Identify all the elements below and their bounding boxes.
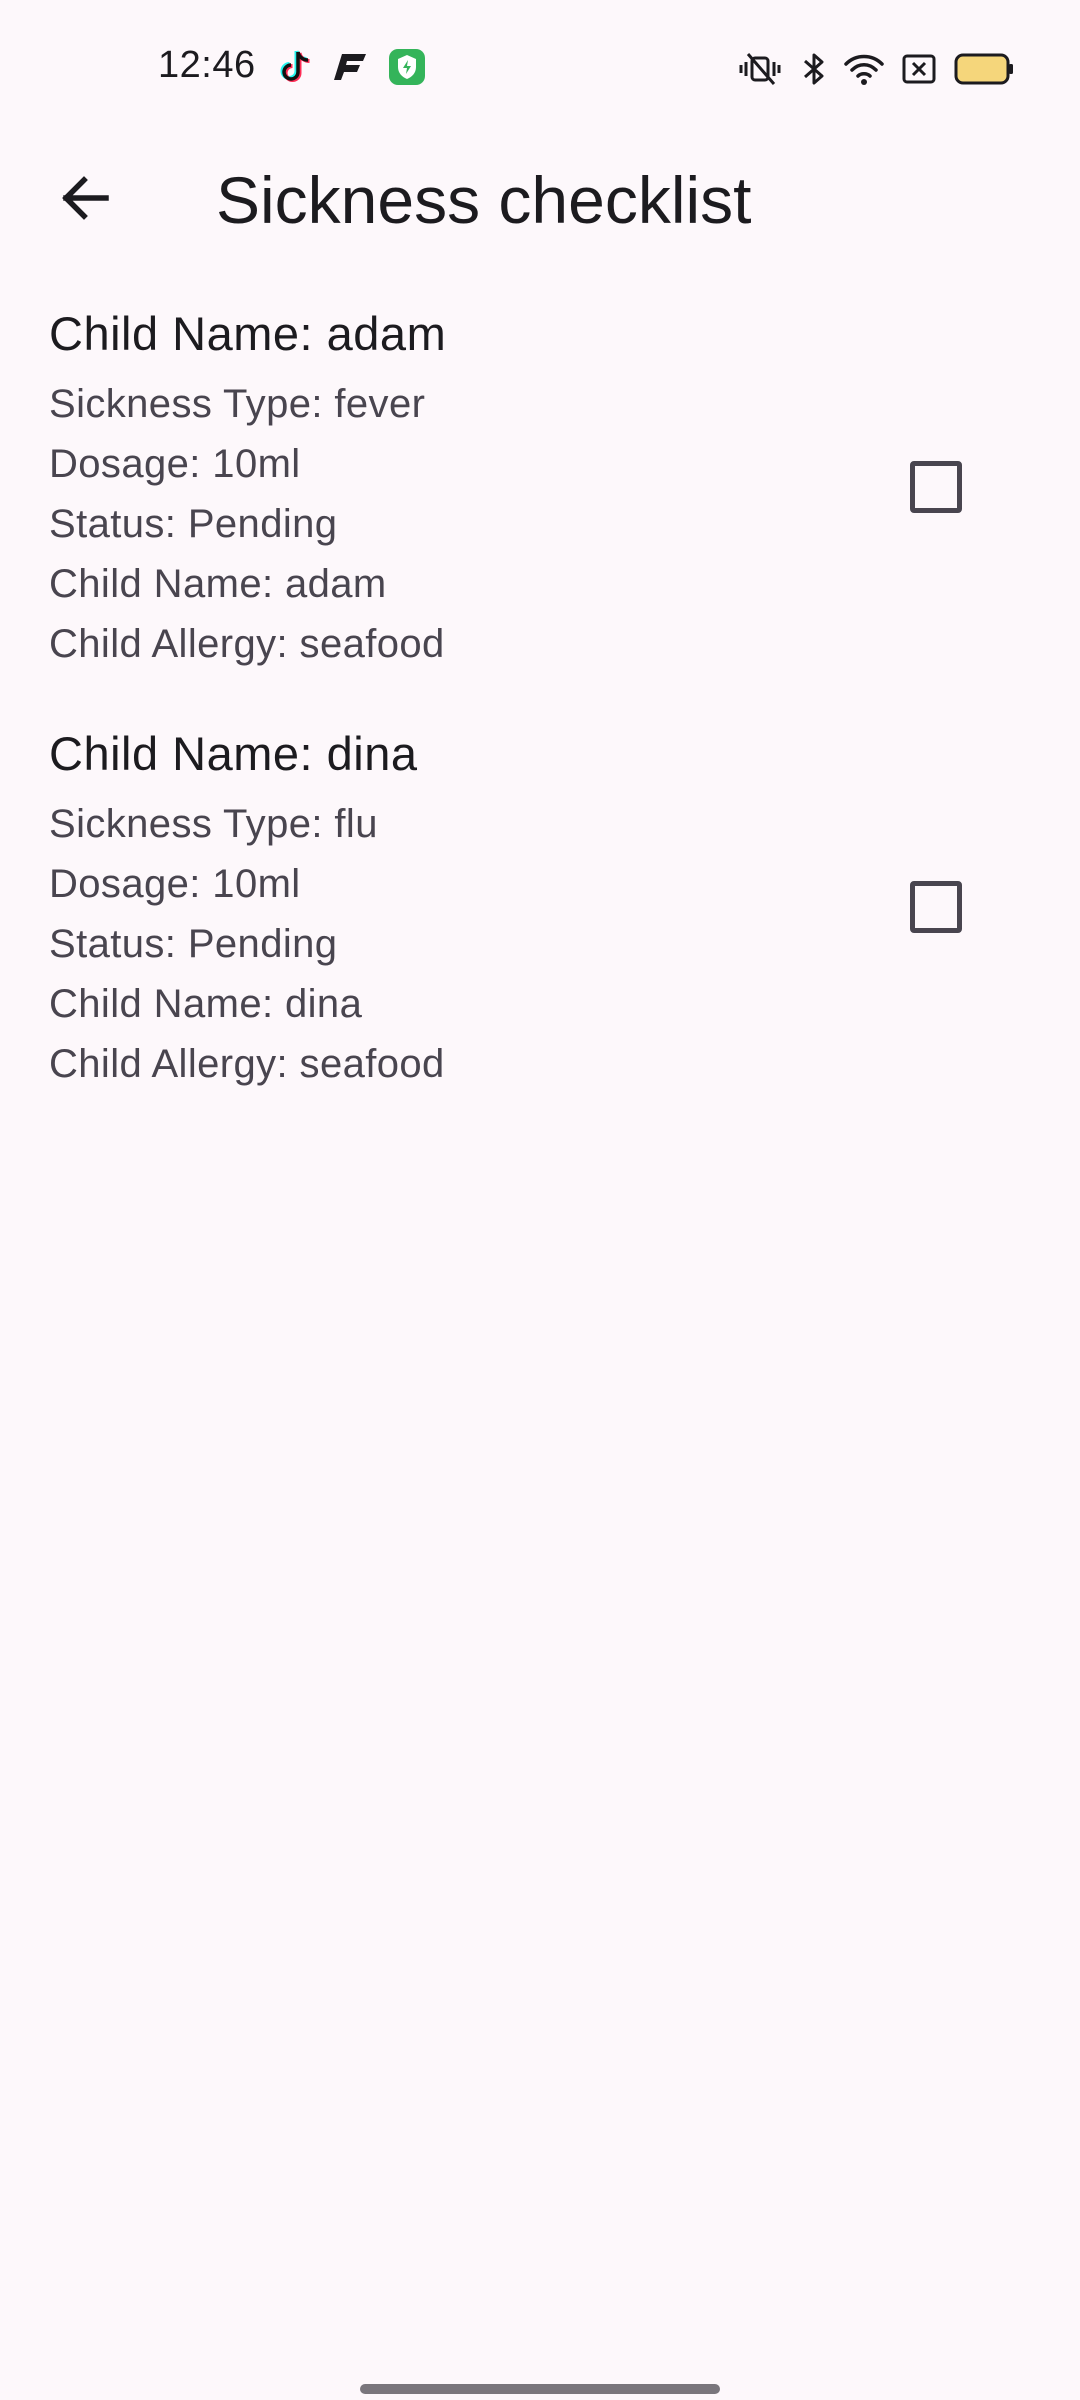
- item-title: Child Name: adam: [49, 307, 447, 360]
- dosage-text: Dosage: 10ml: [49, 442, 301, 486]
- status-text: Status: Pending: [49, 502, 338, 546]
- back-button[interactable]: [36, 152, 132, 248]
- status-time: 12:46: [158, 44, 256, 86]
- item-checkbox[interactable]: [910, 881, 962, 933]
- arrow-back-icon: [56, 170, 112, 231]
- child-allergy-text: Child Allergy: seafood: [49, 1042, 445, 1086]
- status-text: Status: Pending: [49, 922, 338, 966]
- tiktok-icon: [276, 48, 314, 86]
- sim-none-icon: [902, 50, 936, 88]
- battery-icon: [954, 50, 1014, 88]
- system-icons: [736, 50, 1014, 88]
- sickness-type-text: Sickness Type: flu: [49, 802, 378, 846]
- vibrate-silent-icon: [736, 50, 784, 88]
- list-item[interactable]: Child Name: dina Sickness Type: flu Dosa…: [0, 716, 1080, 1136]
- flashscore-icon: [332, 48, 370, 86]
- security-shield-icon: [388, 48, 426, 86]
- item-title: Child Name: dina: [49, 727, 418, 780]
- dosage-text: Dosage: 10ml: [49, 862, 301, 906]
- item-details: Sickness Type: fever Dosage: 10ml Status…: [49, 374, 445, 674]
- status-bar: 12:46: [0, 0, 1080, 130]
- child-allergy-text: Child Allergy: seafood: [49, 622, 445, 666]
- child-name-text: Child Name: dina: [49, 982, 363, 1026]
- home-indicator[interactable]: [360, 2384, 720, 2394]
- notification-icons: [276, 48, 426, 86]
- app-bar: Sickness checklist: [0, 130, 1080, 260]
- list-item[interactable]: Child Name: adam Sickness Type: fever Do…: [0, 296, 1080, 716]
- sickness-list: Child Name: adam Sickness Type: fever Do…: [0, 296, 1080, 1136]
- wifi-icon: [844, 50, 884, 88]
- bluetooth-icon: [802, 50, 826, 88]
- sickness-type-text: Sickness Type: fever: [49, 382, 426, 426]
- page-title: Sickness checklist: [216, 163, 752, 237]
- item-checkbox[interactable]: [910, 461, 962, 513]
- child-name-text: Child Name: adam: [49, 562, 387, 606]
- item-details: Sickness Type: flu Dosage: 10ml Status: …: [49, 794, 445, 1094]
